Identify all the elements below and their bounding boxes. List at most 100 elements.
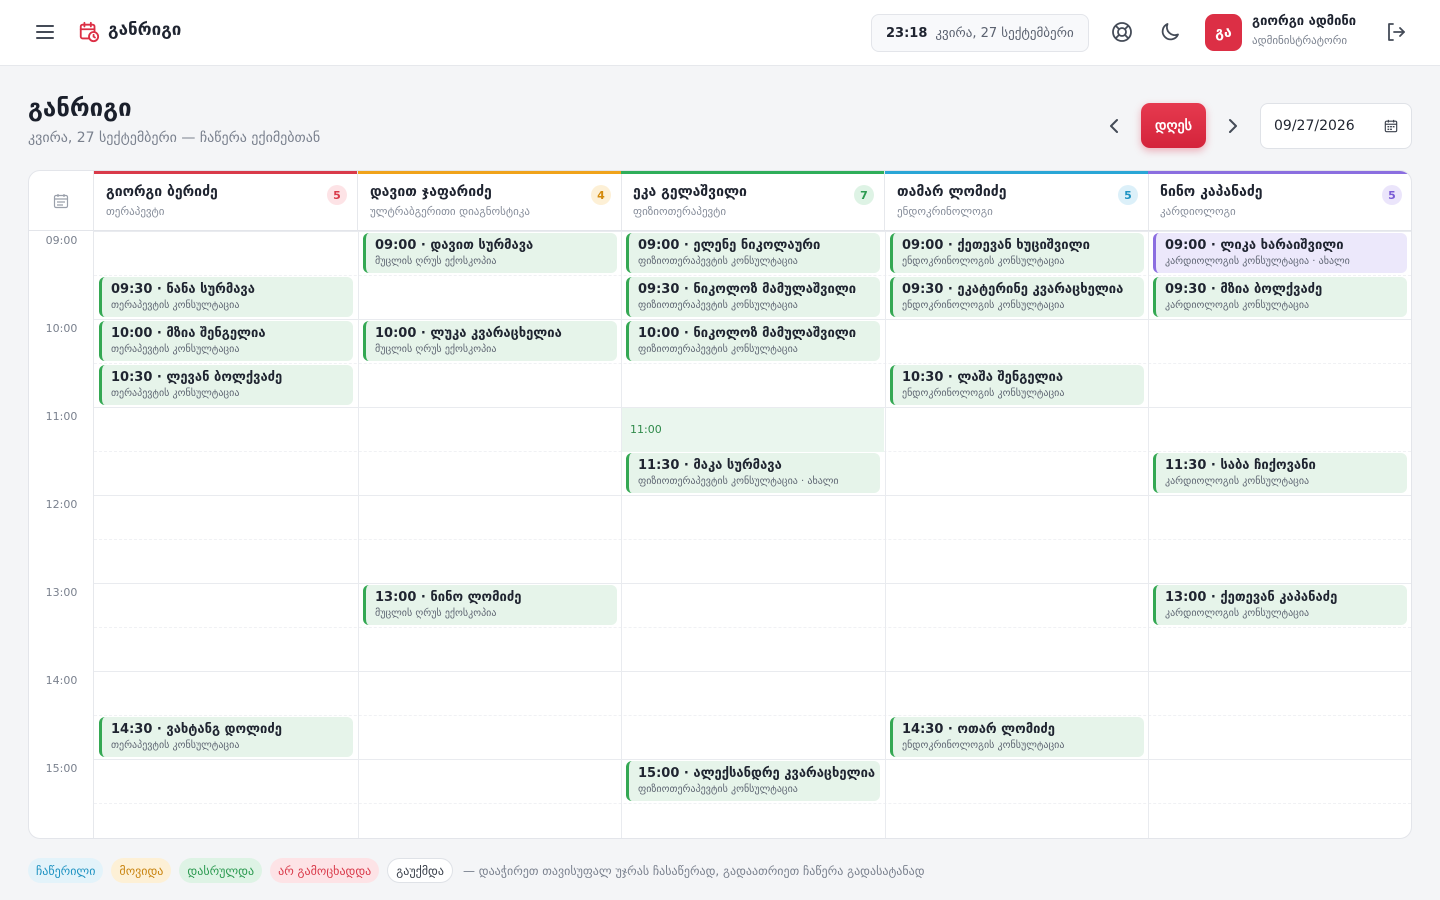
- doctor-color-bar: [358, 171, 621, 174]
- appointment-card[interactable]: 09:00 · ლიკა ხარაიშვილი კარდიოლოგის კონსუ…: [1153, 233, 1407, 273]
- appointment-card[interactable]: 09:30 · ეკატერინე კვარაცხელია ენდოკრინოლო…: [890, 277, 1144, 317]
- status-chip[interactable]: არ გამოცხადდა: [270, 858, 380, 883]
- legend-hint: — დააჭირეთ თავისუფალ უჯრას ჩასაწერად, გა…: [462, 863, 925, 878]
- hour-line: [94, 583, 1411, 584]
- appointment-card[interactable]: 13:00 · ქეთევან კაპანაძე კარდიოლოგის კონს…: [1153, 585, 1407, 625]
- time-label: 11:00: [45, 410, 78, 423]
- moon-icon[interactable]: [1158, 20, 1182, 44]
- hour-line: [94, 319, 1411, 320]
- appointment-service: ფიზიოთერაპევტის კონსულტაცია: [638, 300, 798, 311]
- appointment-service: ენდოკრინოლოგის კონსულტაცია: [902, 300, 1065, 311]
- appointment-service: მუცლის ღრუს ექოსკოპია: [375, 608, 497, 619]
- appointment-card[interactable]: 11:30 · მაკა სურმავა ფიზიოთერაპევტის კონს…: [626, 453, 880, 493]
- user-name: გიორგი ადმინი: [1252, 14, 1357, 29]
- status-chip[interactable]: გაუქმდა: [387, 858, 453, 883]
- clock-date: კვირა, 27 სექტემბერი: [935, 25, 1074, 41]
- doctor-color-bar: [1148, 171, 1411, 174]
- appointment-card[interactable]: 10:30 · ლევან ბოლქვაძე თერაპევტის კონსულტ…: [99, 365, 353, 405]
- doctor-name: ნინო კაპანაძე: [1160, 184, 1263, 200]
- menu-icon[interactable]: [34, 22, 56, 44]
- appointment-service: მუცლის ღრუს ექოსკოპია: [375, 344, 497, 355]
- appointment-count-badge: 5: [1382, 185, 1402, 205]
- time-label: 12:00: [45, 498, 78, 511]
- appointment-card[interactable]: 09:30 · ნანა სურმავა თერაპევტის კონსულტაც…: [99, 277, 353, 317]
- half-hour-line: [94, 715, 1411, 716]
- appointment-title: 09:30 · ეკატერინე კვარაცხელია: [902, 282, 1124, 297]
- appointment-title: 09:30 · ნიკოლოზ მამულაშვილი: [638, 282, 857, 297]
- appointment-service: კარდიოლოგის კონსულტაცია: [1165, 608, 1310, 619]
- logout-icon[interactable]: [1384, 20, 1408, 44]
- appointment-service: ფიზიოთერაპევტის კონსულტაცია: [638, 256, 798, 267]
- appointment-card[interactable]: 15:00 · ალექსანდრე კვარაცხელია ფიზიოთერაპ…: [626, 761, 880, 801]
- time-label: 10:00: [45, 322, 78, 335]
- appointment-service: კარდიოლოგის კონსულტაცია: [1165, 300, 1310, 311]
- calendar-icon[interactable]: [1384, 119, 1398, 133]
- appointment-title: 10:00 · ნიკოლოზ მამულაშვილი: [638, 326, 857, 341]
- doctor-role: კარდიოლოგი: [1160, 205, 1236, 218]
- appointment-title: 10:30 · ლევან ბოლქვაძე: [111, 370, 283, 385]
- user-role: ადმინისტრატორი: [1252, 34, 1348, 47]
- appointment-service: კარდიოლოგის კონსულტაცია · ახალი: [1165, 256, 1350, 267]
- status-chip[interactable]: მოვიდა: [111, 858, 172, 883]
- appointment-count-badge: 5: [327, 185, 347, 205]
- appointment-card[interactable]: 10:00 · მზია შენგელია თერაპევტის კონსულტა…: [99, 321, 353, 361]
- appointment-service: ენდოკრინოლოგის კონსულტაცია: [902, 256, 1065, 267]
- appointment-service: ფიზიოთერაპევტის კონსულტაცია · ახალი: [638, 476, 839, 487]
- appointment-title: 11:30 · მაკა სურმავა: [638, 458, 782, 473]
- today-button[interactable]: დღეს: [1141, 103, 1206, 148]
- appointment-title: 09:00 · ელენე ნიკოლაური: [638, 238, 821, 253]
- appointment-count-badge: 5: [1118, 185, 1138, 205]
- appointment-card[interactable]: 14:30 · ვახტანგ დოლიძე თერაპევტის კონსულტ…: [99, 717, 353, 757]
- appointment-title: 13:00 · ნინო ლომიძე: [375, 590, 522, 605]
- column-divider: [621, 231, 622, 838]
- appointment-card[interactable]: 11:30 · საბა ჩიქოვანი კარდიოლოგის კონსულტ…: [1153, 453, 1407, 493]
- appointment-service: თერაპევტის კონსულტაცია: [111, 388, 240, 399]
- appointment-service: ენდოკრინოლოგის კონსულტაცია: [902, 740, 1065, 751]
- status-chip[interactable]: ჩაწერილი: [28, 858, 104, 883]
- avatar[interactable]: გა: [1205, 14, 1242, 51]
- appointment-count-badge: 7: [854, 185, 874, 205]
- doctor-column-header: ეკა გელაშვილი ფიზიოთერაპევტი 7: [621, 171, 885, 231]
- top-bar: განრიგი 23:18 კვირა, 27 სექტემბერი გა გი…: [0, 0, 1440, 66]
- doctor-role: ულტრაბგერითი დიაგნოსტიკა: [370, 205, 531, 218]
- date-picker[interactable]: 09/27/2026: [1260, 103, 1412, 149]
- page-title: განრიგი: [28, 94, 132, 122]
- appointment-card[interactable]: 10:00 · ნიკოლოზ მამულაშვილი ფიზიოთერაპევტ…: [626, 321, 880, 361]
- appointment-card[interactable]: 09:00 · დავით სურმავა მუცლის ღრუს ექოსკოპ…: [363, 233, 617, 273]
- appointment-card[interactable]: 10:00 · ლუკა კვარაცხელია მუცლის ღრუს ექოს…: [363, 321, 617, 361]
- appointment-title: 14:30 · ოთარ ლომიძე: [902, 722, 1056, 737]
- column-divider: [885, 231, 886, 838]
- doctor-column-header: თამარ ლომიძე ენდოკრინოლოგი 5: [885, 171, 1149, 231]
- appointment-count-badge: 4: [591, 185, 611, 205]
- next-day-button[interactable]: [1221, 114, 1245, 138]
- appointment-card[interactable]: 09:00 · ელენე ნიკოლაური ფიზიოთერაპევტის კ…: [626, 233, 880, 273]
- appointment-service: თერაპევტის კონსულტაცია: [111, 300, 240, 311]
- doctor-role: ფიზიოთერაპევტი: [633, 205, 727, 218]
- appointment-title: 10:30 · ლაშა შენგელია: [902, 370, 1064, 385]
- appointment-title: 09:30 · მზია ბოლქვაძე: [1165, 282, 1323, 297]
- appointment-title: 09:00 · ლიკა ხარაიშვილი: [1165, 238, 1344, 253]
- appointment-card[interactable]: 09:30 · ნიკოლოზ მამულაშვილი ფიზიოთერაპევტ…: [626, 277, 880, 317]
- calendar-clock-icon: [79, 21, 100, 43]
- appointment-card[interactable]: 14:30 · ოთარ ლომიძე ენდოკრინოლოგის კონსულ…: [890, 717, 1144, 757]
- appointment-service: ფიზიოთერაპევტის კონსულტაცია: [638, 784, 798, 795]
- doctor-column-header: გიორგი ბერიძე თერაპევტი 5: [94, 171, 358, 231]
- appointment-service: თერაპევტის კონსულტაცია: [111, 740, 240, 751]
- hour-line: [94, 759, 1411, 760]
- help-icon[interactable]: [1110, 20, 1134, 44]
- hour-line: [94, 495, 1411, 496]
- status-chip[interactable]: დასრულდა: [179, 858, 263, 883]
- time-label: 14:00: [45, 674, 78, 687]
- current-time-label: 11:00: [630, 423, 662, 436]
- status-legend: ჩაწერილი მოვიდა დასრულდა არ გამოცხადდა გაუქმ…: [28, 858, 925, 883]
- prev-day-button[interactable]: [1102, 114, 1126, 138]
- appointment-card[interactable]: 09:00 · ქეთევან ხუციშვილი ენდოკრინოლოგის …: [890, 233, 1144, 273]
- appointment-card[interactable]: 09:30 · მზია ბოლქვაძე კარდიოლოგის კონსულტ…: [1153, 277, 1407, 317]
- appointment-card[interactable]: 13:00 · ნინო ლომიძე მუცლის ღრუს ექოსკოპია: [363, 585, 617, 625]
- app-title: განრიგი: [108, 20, 182, 40]
- appointment-title: 09:00 · ქეთევან ხუციშვილი: [902, 238, 1090, 253]
- doctor-color-bar: [621, 171, 884, 174]
- calendar-icon: [53, 194, 69, 209]
- appointment-card[interactable]: 10:30 · ლაშა შენგელია ენდოკრინოლოგის კონს…: [890, 365, 1144, 405]
- appointment-title: 09:00 · დავით სურმავა: [375, 238, 534, 253]
